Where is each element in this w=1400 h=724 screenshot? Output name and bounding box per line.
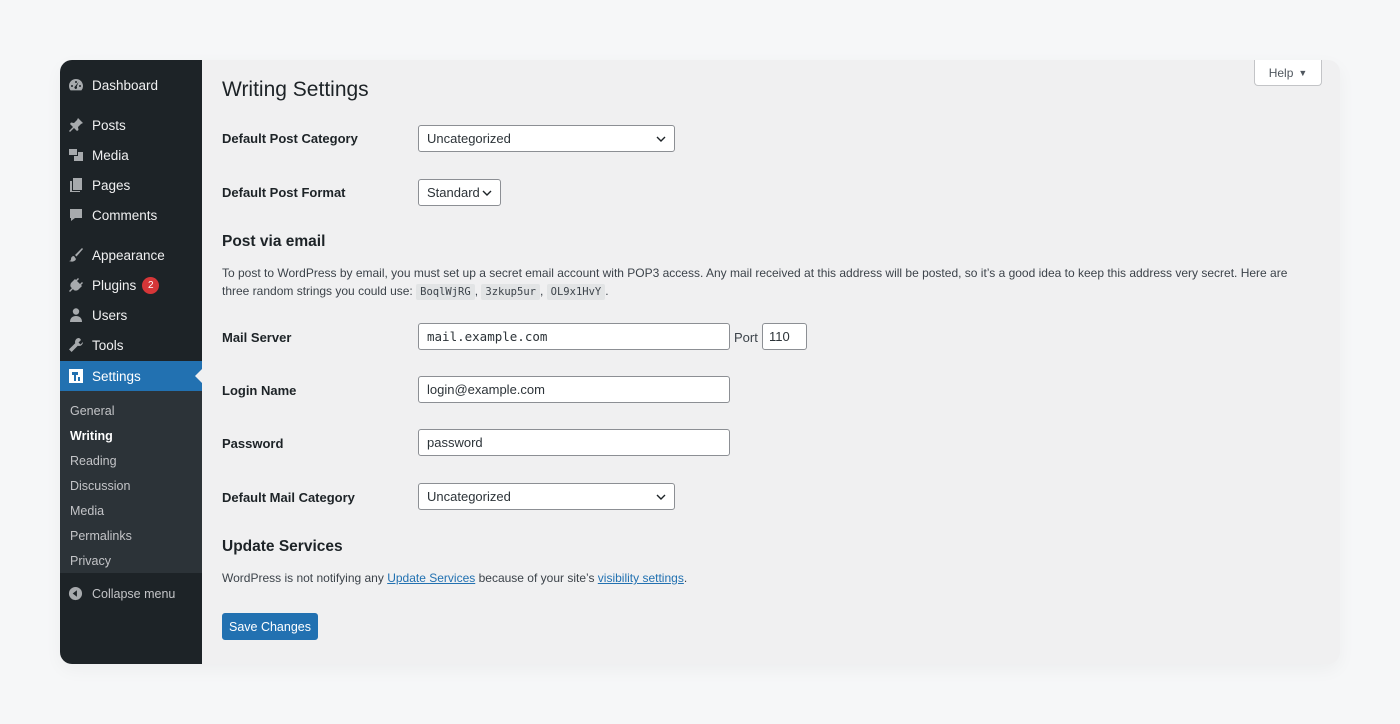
sidebar-item-plugins[interactable]: Plugins 2	[60, 270, 202, 300]
submenu-item-privacy[interactable]: Privacy	[70, 554, 111, 568]
plugin-update-badge: 2	[142, 276, 160, 294]
save-changes-button[interactable]: Save Changes	[222, 613, 318, 640]
dashboard-icon	[68, 77, 84, 93]
settings-icon	[68, 368, 84, 384]
default-post-format-label: Default Post Format	[222, 185, 346, 200]
password-label: Password	[222, 436, 284, 451]
password-input[interactable]: password	[418, 429, 730, 456]
brush-icon	[68, 247, 84, 263]
post-via-email-heading: Post via email	[222, 233, 326, 250]
mail-server-label: Mail Server	[222, 330, 292, 345]
pin-icon	[68, 117, 84, 133]
update-services-link[interactable]: Update Services	[387, 571, 475, 585]
sidebar-item-label: Settings	[92, 368, 141, 384]
submenu-item-media[interactable]: Media	[70, 504, 104, 518]
collapse-arrow-icon	[68, 586, 84, 602]
default-mail-category-label: Default Mail Category	[222, 490, 355, 505]
pages-icon	[68, 177, 84, 193]
chevron-down-icon	[482, 190, 492, 196]
user-icon	[68, 307, 84, 323]
page-title: Writing Settings	[222, 78, 369, 101]
sidebar-item-dashboard[interactable]: Dashboard	[60, 70, 202, 100]
period: .	[683, 571, 688, 585]
port-label: Port	[734, 330, 758, 345]
submenu-item-writing[interactable]: Writing	[70, 429, 113, 443]
main-content: Help ▼ Writing Settings Default Post Cat…	[222, 60, 1340, 664]
description-text: because of your site’s	[478, 571, 595, 585]
default-post-category-select[interactable]: Uncategorized	[418, 125, 675, 152]
collapse-menu-button[interactable]: Collapse menu	[60, 582, 202, 606]
sidebar-item-label: Users	[92, 307, 128, 323]
visibility-settings-link[interactable]: visibility settings	[598, 571, 684, 585]
separator: ,	[539, 284, 544, 298]
default-mail-category-select[interactable]: Uncategorized	[418, 483, 675, 510]
random-string-1: BoqlWjRG	[416, 284, 475, 300]
chevron-down-icon	[656, 136, 666, 142]
sidebar-item-label: Posts	[92, 117, 126, 133]
select-value: Uncategorized	[427, 489, 511, 504]
sidebar-item-users[interactable]: Users	[60, 300, 202, 330]
collapse-menu-label: Collapse menu	[92, 587, 176, 601]
description-text: To post to WordPress by email, you must …	[222, 266, 1288, 298]
caret-down-icon: ▼	[1298, 67, 1308, 78]
sidebar-item-comments[interactable]: Comments	[60, 200, 202, 230]
submenu-item-reading[interactable]: Reading	[70, 454, 117, 468]
sidebar-item-settings[interactable]: Settings	[60, 361, 202, 391]
wrench-icon	[68, 337, 84, 353]
sidebar-item-tools[interactable]: Tools	[60, 330, 202, 360]
sidebar-item-label: Dashboard	[92, 77, 159, 93]
submenu-item-discussion[interactable]: Discussion	[70, 479, 130, 493]
submenu-item-general[interactable]: General	[70, 404, 114, 418]
default-post-category-label: Default Post Category	[222, 131, 358, 146]
media-icon	[68, 147, 84, 163]
port-input[interactable]: 110	[762, 323, 807, 350]
default-post-format-select[interactable]: Standard	[418, 179, 501, 206]
submenu-item-permalinks[interactable]: Permalinks	[70, 529, 132, 543]
post-via-email-description: To post to WordPress by email, you must …	[222, 264, 1312, 301]
sidebar-item-label: Pages	[92, 177, 131, 193]
description-text: WordPress is not notifying any	[222, 571, 384, 585]
random-string-2: 3zkup5ur	[481, 284, 540, 300]
select-value: Standard	[427, 185, 480, 200]
chevron-down-icon	[656, 494, 666, 500]
settings-submenu: General Writing Reading Discussion Media…	[60, 391, 202, 573]
admin-sidebar: Dashboard Posts Media Pages Comments App…	[60, 60, 202, 664]
comments-icon	[68, 207, 84, 223]
update-services-description: WordPress is not notifying any Update Se…	[222, 569, 1312, 587]
random-string-3: OL9x1HvY	[546, 284, 606, 300]
wp-admin-window: Dashboard Posts Media Pages Comments App…	[60, 60, 1340, 664]
help-tab-button[interactable]: Help ▼	[1254, 60, 1322, 86]
sidebar-item-media[interactable]: Media	[60, 140, 202, 170]
login-name-label: Login Name	[222, 383, 297, 398]
sidebar-item-label: Comments	[92, 207, 158, 223]
help-label: Help	[1268, 65, 1294, 80]
sidebar-item-posts[interactable]: Posts	[60, 110, 202, 140]
login-name-input[interactable]: login@example.com	[418, 376, 730, 403]
sidebar-item-pages[interactable]: Pages	[60, 170, 202, 200]
sidebar-item-label: Appearance	[92, 247, 165, 263]
sidebar-item-label: Media	[92, 147, 129, 163]
sidebar-item-label: Plugins	[92, 277, 137, 293]
plug-icon	[68, 277, 84, 293]
sidebar-item-label: Tools	[92, 337, 124, 353]
select-value: Uncategorized	[427, 131, 511, 146]
period: .	[605, 284, 609, 298]
separator: ,	[474, 284, 479, 298]
sidebar-item-appearance[interactable]: Appearance	[60, 240, 202, 270]
update-services-heading: Update Services	[222, 538, 343, 555]
mail-server-input[interactable]: mail.example.com	[418, 323, 730, 350]
